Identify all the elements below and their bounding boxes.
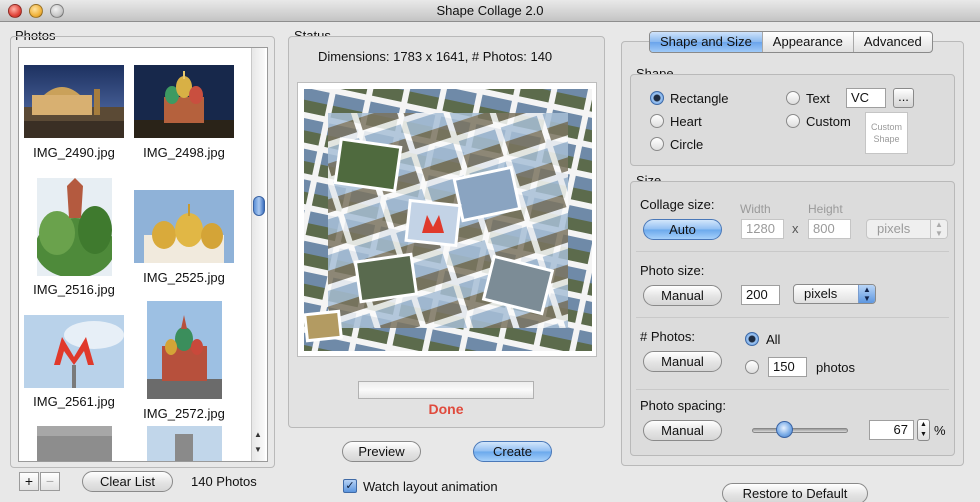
select-arrows-icon: ▲ ▼ — [930, 220, 947, 238]
photo-size-input[interactable]: 200 — [741, 285, 780, 305]
photo-count: 140 Photos — [191, 474, 257, 489]
divider — [636, 251, 949, 252]
title-bar: Shape Collage 2.0 — [0, 0, 980, 22]
watch-animation-label: Watch layout animation — [363, 479, 498, 494]
collage-preview — [297, 82, 597, 357]
shape-heart-radio[interactable] — [650, 114, 664, 128]
create-button[interactable]: Create — [473, 441, 552, 462]
tab-appearance[interactable]: Appearance — [763, 32, 854, 52]
shape-text-input[interactable]: VC — [846, 88, 886, 108]
photos-number-radio[interactable] — [745, 360, 759, 374]
collage-units-value: pixels — [877, 221, 911, 236]
photo-thumbnail-2[interactable] — [134, 65, 234, 138]
photo-thumbnail-1[interactable] — [24, 65, 124, 138]
width-label: Width — [740, 202, 771, 216]
photo-list[interactable]: IMG_2490.jpg IMG_2498.jpg IMG_2516.jpg I… — [18, 47, 268, 462]
collage-image — [303, 89, 592, 351]
photo-count-label: # Photos: — [640, 329, 695, 344]
watch-animation-checkbox[interactable]: ✓ — [343, 479, 357, 493]
add-photo-button[interactable]: + — [19, 472, 39, 491]
height-label: Height — [808, 202, 843, 216]
status-done: Done — [428, 401, 464, 417]
tab-shape-and-size[interactable]: Shape and Size — [650, 32, 763, 52]
shape-custom-radio[interactable] — [786, 114, 800, 128]
scroll-up-icon[interactable]: ▲ — [254, 430, 262, 439]
preview-button[interactable]: Preview — [342, 441, 421, 462]
divider — [636, 317, 949, 318]
settings-tabs: Shape and Size Appearance Advanced — [649, 31, 933, 53]
shape-text-label: Text — [806, 91, 830, 106]
width-input[interactable]: 1280 — [741, 219, 784, 239]
times-label: x — [792, 221, 799, 236]
photo-spacing-stepper[interactable]: ▲ ▼ — [917, 419, 930, 441]
collage-size-label: Collage size: — [640, 197, 715, 212]
zoom-window-icon[interactable] — [50, 4, 64, 18]
height-input[interactable]: 800 — [808, 219, 851, 239]
photo-size-units-select[interactable]: pixels ▲ ▼ — [793, 284, 876, 304]
photo-count-manual-button[interactable]: Manual — [643, 351, 722, 372]
scroll-down-icon[interactable]: ▼ — [254, 445, 262, 454]
divider — [636, 389, 949, 390]
minimize-window-icon[interactable] — [29, 4, 43, 18]
shape-circle-radio[interactable] — [650, 137, 664, 151]
photos-number-input[interactable]: 150 — [768, 357, 807, 377]
photo-caption: IMG_2516.jpg — [33, 282, 115, 297]
shape-circle-label: Circle — [670, 137, 704, 152]
photo-thumbnail-5[interactable] — [24, 315, 124, 388]
shape-rectangle-radio[interactable] — [650, 91, 664, 105]
photo-thumbnail-8[interactable] — [147, 426, 222, 462]
photo-thumbnail-3[interactable] — [37, 178, 112, 276]
photo-caption: IMG_2525.jpg — [143, 270, 225, 285]
collage-units-select[interactable]: pixels ▲ ▼ — [866, 219, 948, 239]
clear-list-button[interactable]: Clear List — [82, 471, 173, 492]
photo-thumbnail-6[interactable] — [147, 301, 222, 399]
photo-spacing-slider-thumb[interactable] — [776, 421, 793, 438]
photo-spacing-slider[interactable] — [752, 428, 848, 433]
photos-all-radio[interactable] — [745, 332, 759, 346]
photo-size-manual-button[interactable]: Manual — [643, 285, 722, 306]
photos-all-label: All — [766, 332, 781, 347]
restore-defaults-button[interactable]: Restore to Default — [722, 483, 868, 502]
shape-text-radio[interactable] — [786, 91, 800, 105]
scrollbar-thumb[interactable] — [253, 196, 265, 216]
photo-caption: IMG_2572.jpg — [143, 406, 225, 421]
close-window-icon[interactable] — [8, 4, 22, 18]
photo-caption: IMG_2490.jpg — [33, 145, 115, 160]
shape-custom-label: Custom — [806, 114, 851, 129]
progress-bar — [358, 381, 534, 399]
percent-label: % — [934, 423, 946, 438]
photo-spacing-input[interactable]: 67 — [869, 420, 914, 440]
photo-thumbnail-4[interactable] — [134, 190, 234, 263]
photo-spacing-manual-button[interactable]: Manual — [643, 420, 722, 441]
photo-spacing-label: Photo spacing: — [640, 398, 727, 413]
remove-photo-button[interactable]: − — [40, 472, 60, 491]
custom-shape-drop[interactable]: Custom Shape — [865, 112, 908, 154]
tab-advanced[interactable]: Advanced — [854, 32, 932, 52]
shape-rectangle-label: Rectangle — [670, 91, 729, 106]
photo-thumbnail-7[interactable] — [37, 426, 112, 462]
collage-dimensions: Dimensions: 1783 x 1641, # Photos: 140 — [318, 49, 553, 64]
font-browse-button[interactable]: ... — [893, 88, 914, 108]
photo-caption: IMG_2498.jpg — [143, 145, 225, 160]
collage-size-auto-button[interactable]: Auto — [643, 219, 722, 240]
photo-size-units-value: pixels — [804, 286, 838, 301]
window-title: Shape Collage 2.0 — [436, 3, 544, 18]
shape-heart-label: Heart — [670, 114, 702, 129]
photos-unit-label: photos — [816, 360, 856, 375]
photo-size-label: Photo size: — [640, 263, 705, 278]
select-arrows-icon: ▲ ▼ — [858, 285, 875, 303]
photo-list-scrollbar[interactable]: ▲ ▼ — [251, 48, 265, 461]
photo-caption: IMG_2561.jpg — [33, 394, 115, 409]
